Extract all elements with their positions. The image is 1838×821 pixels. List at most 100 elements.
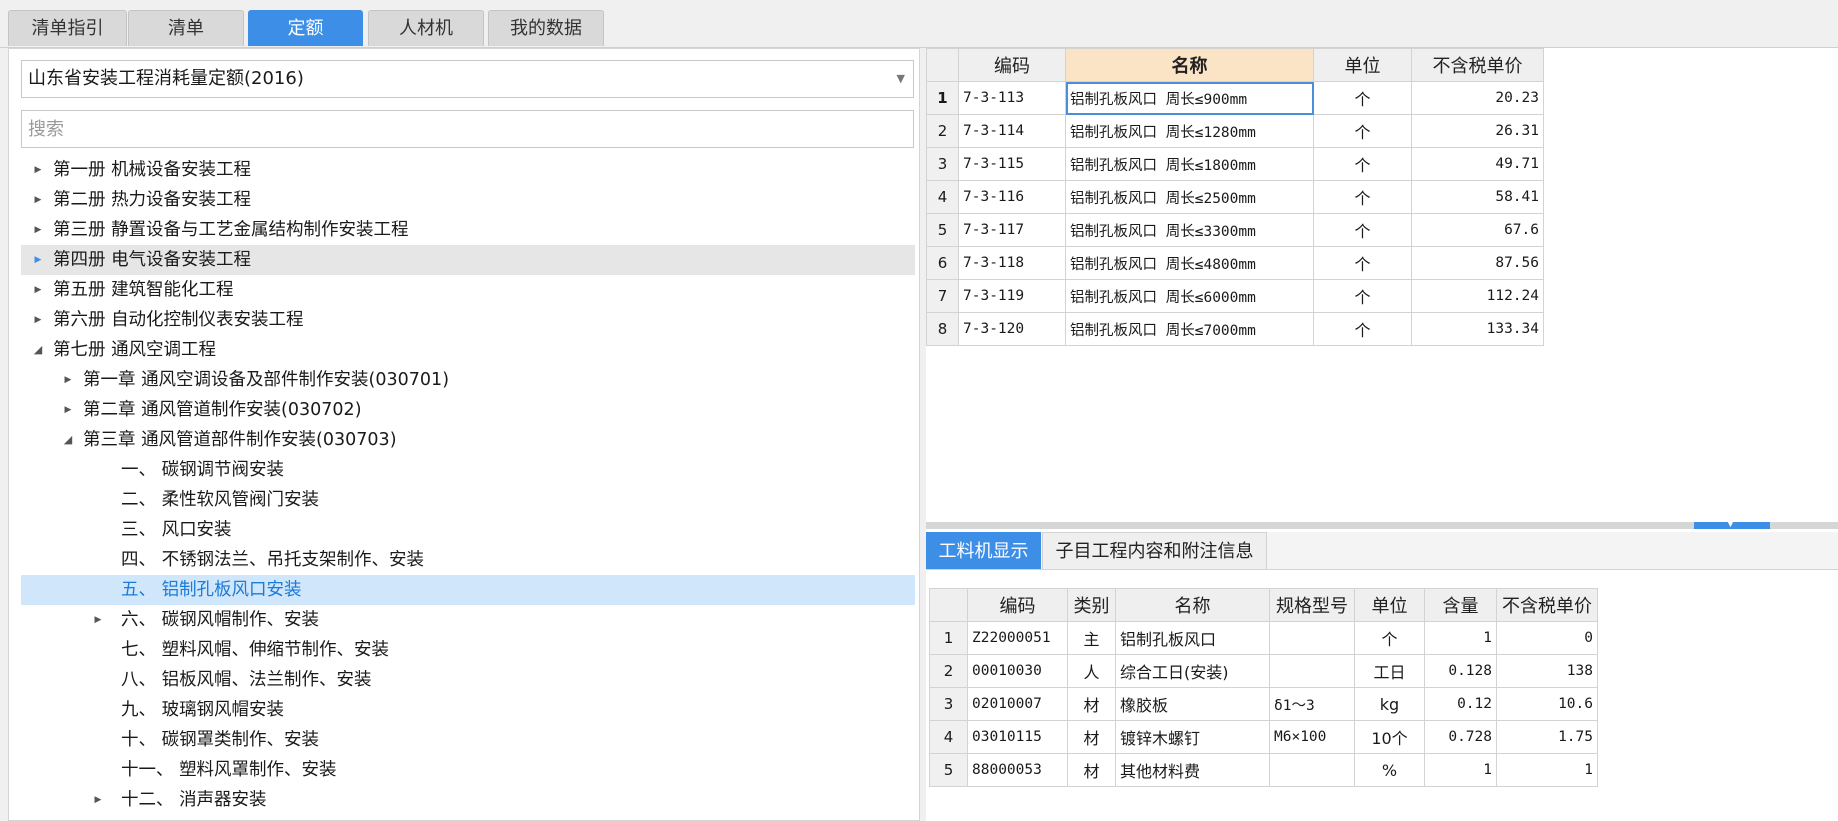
unit-cell[interactable]: 工日	[1354, 654, 1425, 688]
tree-node[interactable]: ▶ 第四册 电气设备安装工程	[21, 245, 915, 275]
tree-node[interactable]: 九、 玻璃钢风帽安装	[21, 695, 915, 725]
row-number[interactable]: 1	[926, 81, 959, 115]
unit-cell[interactable]: kg	[1354, 687, 1425, 721]
code-cell[interactable]: 7-3-115	[958, 147, 1066, 181]
unit-cell[interactable]: 个	[1313, 147, 1412, 181]
quota-row[interactable]: 1 7-3-113 铝制孔板风口 周长≤900mm 个 20.23	[926, 81, 1544, 115]
row-number[interactable]: 3	[929, 687, 968, 721]
name-cell[interactable]: 铝制孔板风口 周长≤900mm	[1065, 81, 1314, 115]
tree-node[interactable]: 七、 塑料风帽、伸缩节制作、安装	[21, 635, 915, 665]
row-number[interactable]: 8	[926, 312, 959, 346]
collapsed-triangle-icon[interactable]: ▶	[31, 185, 45, 215]
tree-node[interactable]: 三、 风口安装	[21, 515, 915, 545]
unit-cell[interactable]: 10个	[1354, 720, 1425, 754]
price-cell[interactable]: 26.31	[1411, 114, 1544, 148]
code-cell[interactable]: 00010030	[967, 654, 1068, 688]
library-select[interactable]: 山东省安装工程消耗量定额(2016) ▼	[21, 60, 914, 98]
collapsed-triangle-icon[interactable]: ▶	[31, 305, 45, 335]
row-number[interactable]: 3	[926, 147, 959, 181]
tree-node[interactable]: ▶ 第二册 热力设备安装工程	[21, 185, 915, 215]
collapsed-triangle-icon[interactable]: ▶	[31, 245, 45, 275]
tree-node[interactable]: 十一、 塑料风罩制作、安装	[21, 755, 915, 785]
chevron-down-icon[interactable]: ▼	[897, 61, 905, 97]
price-cell[interactable]: 1	[1496, 753, 1598, 787]
expanded-triangle-icon[interactable]: ◢	[61, 425, 75, 455]
tree-node[interactable]: 十、 碳钢罩类制作、安装	[21, 725, 915, 755]
tree-node[interactable]: ▶ 第一章 通风空调设备及部件制作安装(030701)	[21, 365, 915, 395]
unit-cell[interactable]: 个	[1313, 213, 1412, 247]
tree-node[interactable]: ▶ 六、 碳钢风帽制作、安装	[21, 605, 915, 635]
pane-splitter[interactable]: ▼	[926, 519, 1838, 529]
unit-cell[interactable]: %	[1354, 753, 1425, 787]
collapse-handle[interactable]: ▼	[1694, 519, 1770, 529]
col-header-name[interactable]: 名称	[1065, 48, 1314, 82]
tree-node[interactable]: 四、 不锈钢法兰、吊托支架制作、安装	[21, 545, 915, 575]
code-cell[interactable]: 03010115	[967, 720, 1068, 754]
row-number[interactable]: 5	[929, 753, 968, 787]
type-cell[interactable]: 人	[1067, 654, 1116, 688]
quota-row[interactable]: 4 7-3-116 铝制孔板风口 周长≤2500mm 个 58.41	[926, 180, 1544, 214]
tree-node[interactable]: ▶ 第六册 自动化控制仪表安装工程	[21, 305, 915, 335]
col-header-code[interactable]: 编码	[967, 588, 1068, 622]
tab-qingdan[interactable]: 清单	[128, 10, 244, 46]
tab-work-content-notes[interactable]: 子目工程内容和附注信息	[1042, 532, 1267, 569]
code-cell[interactable]: 02010007	[967, 687, 1068, 721]
quota-row[interactable]: 7 7-3-119 铝制孔板风口 周长≤6000mm 个 112.24	[926, 279, 1544, 313]
tree-node[interactable]: ▶ 第一册 机械设备安装工程	[21, 155, 915, 185]
price-cell[interactable]: 10.6	[1496, 687, 1598, 721]
collapsed-triangle-icon[interactable]: ▶	[91, 605, 105, 635]
row-number[interactable]: 2	[926, 114, 959, 148]
collapsed-triangle-icon[interactable]: ▶	[91, 785, 105, 815]
tab-rencaiji[interactable]: 人材机	[368, 10, 484, 46]
code-cell[interactable]: 7-3-117	[958, 213, 1066, 247]
unit-cell[interactable]: 个	[1313, 279, 1412, 313]
tree-node[interactable]: ▶ 第五册 建筑智能化工程	[21, 275, 915, 305]
resource-row[interactable]: 3 02010007 材橡胶板 δ1～3 kg 0.12 10.6	[929, 687, 1598, 721]
tree-node[interactable]: ▶ 第二章 通风管道制作安装(030702)	[21, 395, 915, 425]
price-cell[interactable]: 67.6	[1411, 213, 1544, 247]
name-cell[interactable]: 其他材料费	[1115, 753, 1270, 787]
code-cell[interactable]: Z22000051	[967, 621, 1068, 655]
expanded-triangle-icon[interactable]: ◢	[31, 335, 45, 365]
price-cell[interactable]: 49.71	[1411, 147, 1544, 181]
quota-row[interactable]: 3 7-3-115 铝制孔板风口 周长≤1800mm 个 49.71	[926, 147, 1544, 181]
row-number[interactable]: 4	[929, 720, 968, 754]
collapsed-triangle-icon[interactable]: ▶	[61, 365, 75, 395]
resource-row[interactable]: 5 88000053 材其他材料费% 1 1	[929, 753, 1598, 787]
unit-cell[interactable]: 个	[1313, 81, 1412, 115]
name-cell[interactable]: 橡胶板	[1115, 687, 1270, 721]
price-cell[interactable]: 87.56	[1411, 246, 1544, 280]
code-cell[interactable]: 7-3-120	[958, 312, 1066, 346]
tree-node[interactable]: 五、 铝制孔板风口安装	[21, 575, 915, 605]
collapsed-triangle-icon[interactable]: ▶	[31, 155, 45, 185]
collapsed-triangle-icon[interactable]: ▶	[31, 215, 45, 245]
quota-row[interactable]: 5 7-3-117 铝制孔板风口 周长≤3300mm 个 67.6	[926, 213, 1544, 247]
tab-resource-display[interactable]: 工料机显示	[926, 532, 1041, 569]
name-cell[interactable]: 铝制孔板风口 周长≤2500mm	[1065, 180, 1314, 214]
unit-cell[interactable]: 个	[1313, 312, 1412, 346]
unit-cell[interactable]: 个	[1313, 246, 1412, 280]
code-cell[interactable]: 7-3-114	[958, 114, 1066, 148]
name-cell[interactable]: 铝制孔板风口 周长≤3300mm	[1065, 213, 1314, 247]
name-cell[interactable]: 铝制孔板风口 周长≤1800mm	[1065, 147, 1314, 181]
quota-row[interactable]: 2 7-3-114 铝制孔板风口 周长≤1280mm 个 26.31	[926, 114, 1544, 148]
spec-cell[interactable]	[1269, 621, 1355, 655]
col-header-unit[interactable]: 单位	[1313, 48, 1412, 82]
tree-node[interactable]: ◢ 第三章 通风管道部件制作安装(030703)	[21, 425, 915, 455]
name-cell[interactable]: 铝制孔板风口 周长≤6000mm	[1065, 279, 1314, 313]
name-cell[interactable]: 铝制孔板风口	[1115, 621, 1270, 655]
spec-cell[interactable]: δ1～3	[1269, 687, 1355, 721]
spec-cell[interactable]	[1269, 654, 1355, 688]
collapsed-triangle-icon[interactable]: ▶	[61, 395, 75, 425]
col-header-code[interactable]: 编码	[958, 48, 1066, 82]
row-number[interactable]: 5	[926, 213, 959, 247]
code-cell[interactable]: 7-3-118	[958, 246, 1066, 280]
tree-node[interactable]: ◢ 第七册 通风空调工程	[21, 335, 915, 365]
unit-cell[interactable]: 个	[1354, 621, 1425, 655]
qty-cell[interactable]: 0.12	[1424, 687, 1497, 721]
code-cell[interactable]: 7-3-116	[958, 180, 1066, 214]
qty-cell[interactable]: 0.128	[1424, 654, 1497, 688]
qty-cell[interactable]: 1	[1424, 753, 1497, 787]
row-number[interactable]: 4	[926, 180, 959, 214]
type-cell[interactable]: 材	[1067, 687, 1116, 721]
